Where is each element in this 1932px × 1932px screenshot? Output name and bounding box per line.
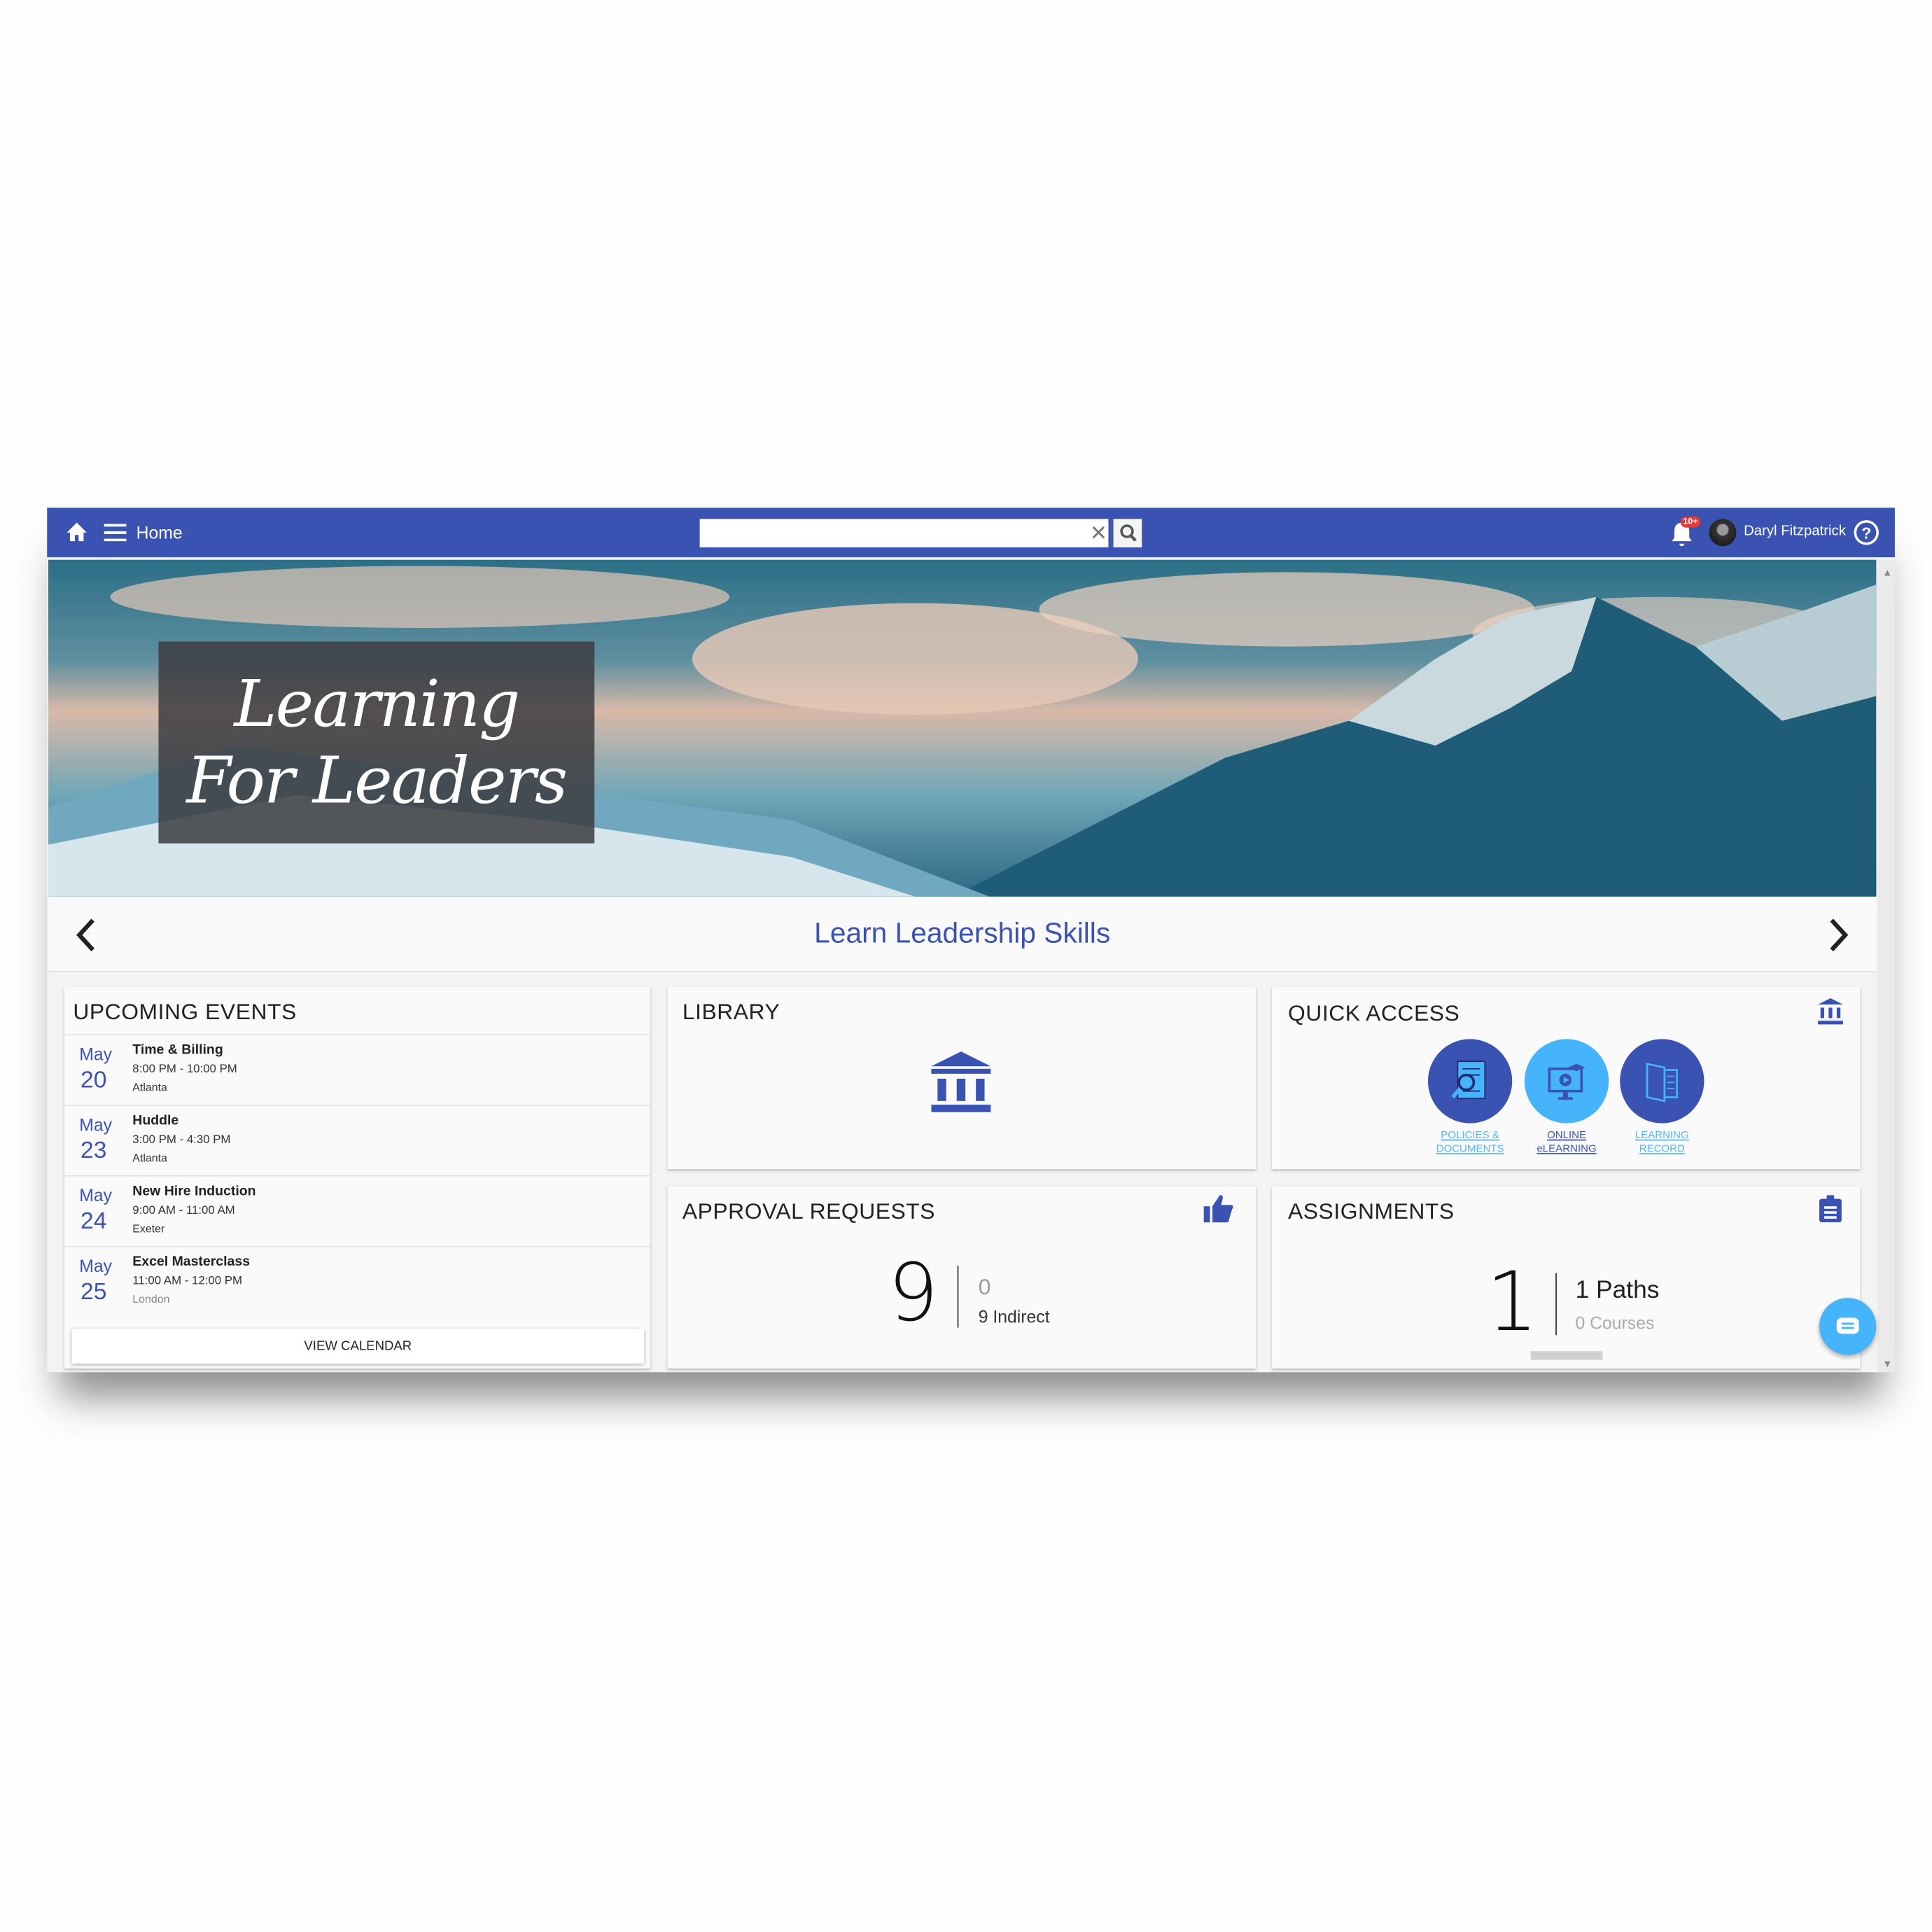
menu-icon[interactable] bbox=[104, 524, 127, 542]
chevron-right-icon[interactable] bbox=[1827, 916, 1851, 953]
document-search-icon bbox=[1451, 1060, 1486, 1100]
search-icon bbox=[1120, 524, 1137, 542]
event-month: May bbox=[79, 1255, 113, 1276]
quick-access-elearning[interactable]: ONLINE eLEARNING bbox=[1523, 1039, 1610, 1155]
event-month: May bbox=[79, 1044, 113, 1064]
assignment-courses: 0 Courses bbox=[1575, 1312, 1655, 1333]
approval-indirect: 9 Indirect bbox=[978, 1306, 1050, 1326]
card-title: QUICK ACCESS bbox=[1287, 1000, 1460, 1026]
event-time: 11:00 AM - 12:00 PM bbox=[132, 1274, 242, 1288]
library-card[interactable]: LIBRARY bbox=[667, 987, 1256, 1170]
event-item[interactable]: May 20 Time & Billing 8:00 PM - 10:00 PM Atl… bbox=[64, 1034, 650, 1105]
quick-access-label: DOCUMENTS bbox=[1436, 1142, 1504, 1154]
quick-access-label: LEARNING bbox=[1634, 1128, 1689, 1141]
home-link[interactable]: Home bbox=[136, 523, 183, 542]
event-item[interactable]: May 25 Excel Masterclass 11:00 AM - 12:00 P… bbox=[64, 1245, 650, 1317]
bank-icon[interactable] bbox=[1816, 997, 1844, 1026]
assignment-paths: 1 Paths bbox=[1575, 1277, 1660, 1304]
assignment-total: 1 bbox=[1486, 1254, 1539, 1350]
quick-access-label: eLEARNING bbox=[1536, 1142, 1597, 1154]
hero-banner: Learning For Leaders bbox=[48, 559, 1877, 897]
carousel-bar: Learn Leadership Skills bbox=[48, 896, 1877, 972]
avatar[interactable] bbox=[1709, 519, 1737, 547]
divider bbox=[957, 1266, 959, 1328]
svg-text:?: ? bbox=[1861, 524, 1871, 542]
card-title: UPCOMING EVENTS bbox=[73, 999, 297, 1025]
app-window: Home ✕ 10+ Daryl Fitzpatrick ? Learning … bbox=[47, 507, 1895, 1373]
carousel-indicator[interactable] bbox=[1530, 1351, 1603, 1360]
clipboard-icon[interactable] bbox=[1818, 1195, 1842, 1223]
carousel-caption[interactable]: Learn Leadership Skills bbox=[48, 916, 1876, 950]
event-day: 23 bbox=[80, 1138, 107, 1165]
event-location: Exeter bbox=[132, 1222, 165, 1235]
quick-access-label: POLICIES & bbox=[1441, 1128, 1499, 1141]
card-title: APPROVAL REQUESTS bbox=[682, 1198, 936, 1224]
bank-icon bbox=[931, 1051, 991, 1112]
thumbs-up-icon[interactable] bbox=[1203, 1194, 1235, 1224]
event-day: 20 bbox=[80, 1068, 107, 1094]
event-day: 24 bbox=[80, 1208, 107, 1235]
event-time: 9:00 AM - 11:00 AM bbox=[132, 1203, 235, 1218]
quick-access-learning-record[interactable]: LEARNING RECORD bbox=[1618, 1039, 1705, 1155]
assignments-card[interactable]: ASSIGNMENTS 1 1 Paths 0 Courses bbox=[1271, 1186, 1861, 1368]
approval-total: 9 bbox=[888, 1248, 939, 1340]
event-name: New Hire Induction bbox=[132, 1184, 256, 1199]
folder-document-icon bbox=[1646, 1063, 1678, 1102]
quick-access-label: RECORD bbox=[1639, 1142, 1685, 1154]
help-icon[interactable]: ? bbox=[1853, 519, 1880, 546]
banner-title-box: Learning For Leaders bbox=[158, 641, 595, 844]
event-location: London bbox=[132, 1293, 170, 1306]
divider bbox=[1555, 1273, 1557, 1336]
clear-search-icon[interactable]: ✕ bbox=[1087, 519, 1110, 547]
card-title: ASSIGNMENTS bbox=[1287, 1198, 1455, 1224]
chat-icon bbox=[1836, 1317, 1859, 1334]
event-time: 8:00 PM - 10:00 PM bbox=[132, 1062, 237, 1077]
banner-title-line2: For Leaders bbox=[186, 744, 568, 819]
user-name[interactable]: Daryl Fitzpatrick bbox=[1744, 524, 1846, 538]
quick-access-policies[interactable]: POLICIES & DOCUMENTS bbox=[1427, 1039, 1513, 1155]
top-bar: Home ✕ 10+ Daryl Fitzpatrick ? bbox=[47, 507, 1895, 558]
view-calendar-button[interactable]: VIEW CALENDAR bbox=[71, 1329, 644, 1364]
approval-direct: 0 bbox=[978, 1274, 991, 1299]
event-name: Excel Masterclass bbox=[132, 1254, 251, 1270]
event-month: May bbox=[79, 1185, 113, 1205]
event-day: 25 bbox=[80, 1279, 107, 1306]
banner-title-line1: Learning bbox=[234, 667, 520, 742]
event-month: May bbox=[79, 1114, 113, 1135]
event-name: Huddle bbox=[132, 1113, 179, 1128]
search-input[interactable] bbox=[699, 519, 1109, 547]
card-title: LIBRARY bbox=[682, 999, 780, 1025]
event-name: Time & Billing bbox=[132, 1042, 223, 1058]
quick-access-card: QUICK ACCESS POLICIES & DOCUMENTS ONLINE e… bbox=[1271, 987, 1861, 1170]
quick-access-label: ONLINE bbox=[1547, 1128, 1587, 1141]
search-button[interactable] bbox=[1112, 519, 1142, 547]
event-item[interactable]: May 23 Huddle 3:00 PM - 4:30 PM Atlanta bbox=[64, 1105, 650, 1175]
scrollbar[interactable]: ▲ ▼ bbox=[1877, 559, 1895, 1373]
notification-badge: 10+ bbox=[1680, 516, 1700, 528]
event-location: Atlanta bbox=[132, 1081, 167, 1094]
chat-button[interactable] bbox=[1819, 1298, 1877, 1355]
home-icon[interactable] bbox=[66, 522, 88, 542]
event-item[interactable]: May 24 New Hire Induction 9:00 AM - 11:00 A… bbox=[64, 1175, 650, 1246]
approval-requests-card[interactable]: APPROVAL REQUESTS 9 0 9 Indirect bbox=[667, 1186, 1256, 1368]
event-time: 3:00 PM - 4:30 PM bbox=[132, 1133, 231, 1147]
event-location: Atlanta bbox=[132, 1152, 167, 1165]
video-monitor-icon bbox=[1548, 1063, 1586, 1100]
upcoming-events-card: UPCOMING EVENTS May 20 Time & Billing 8:00 … bbox=[64, 987, 650, 1368]
